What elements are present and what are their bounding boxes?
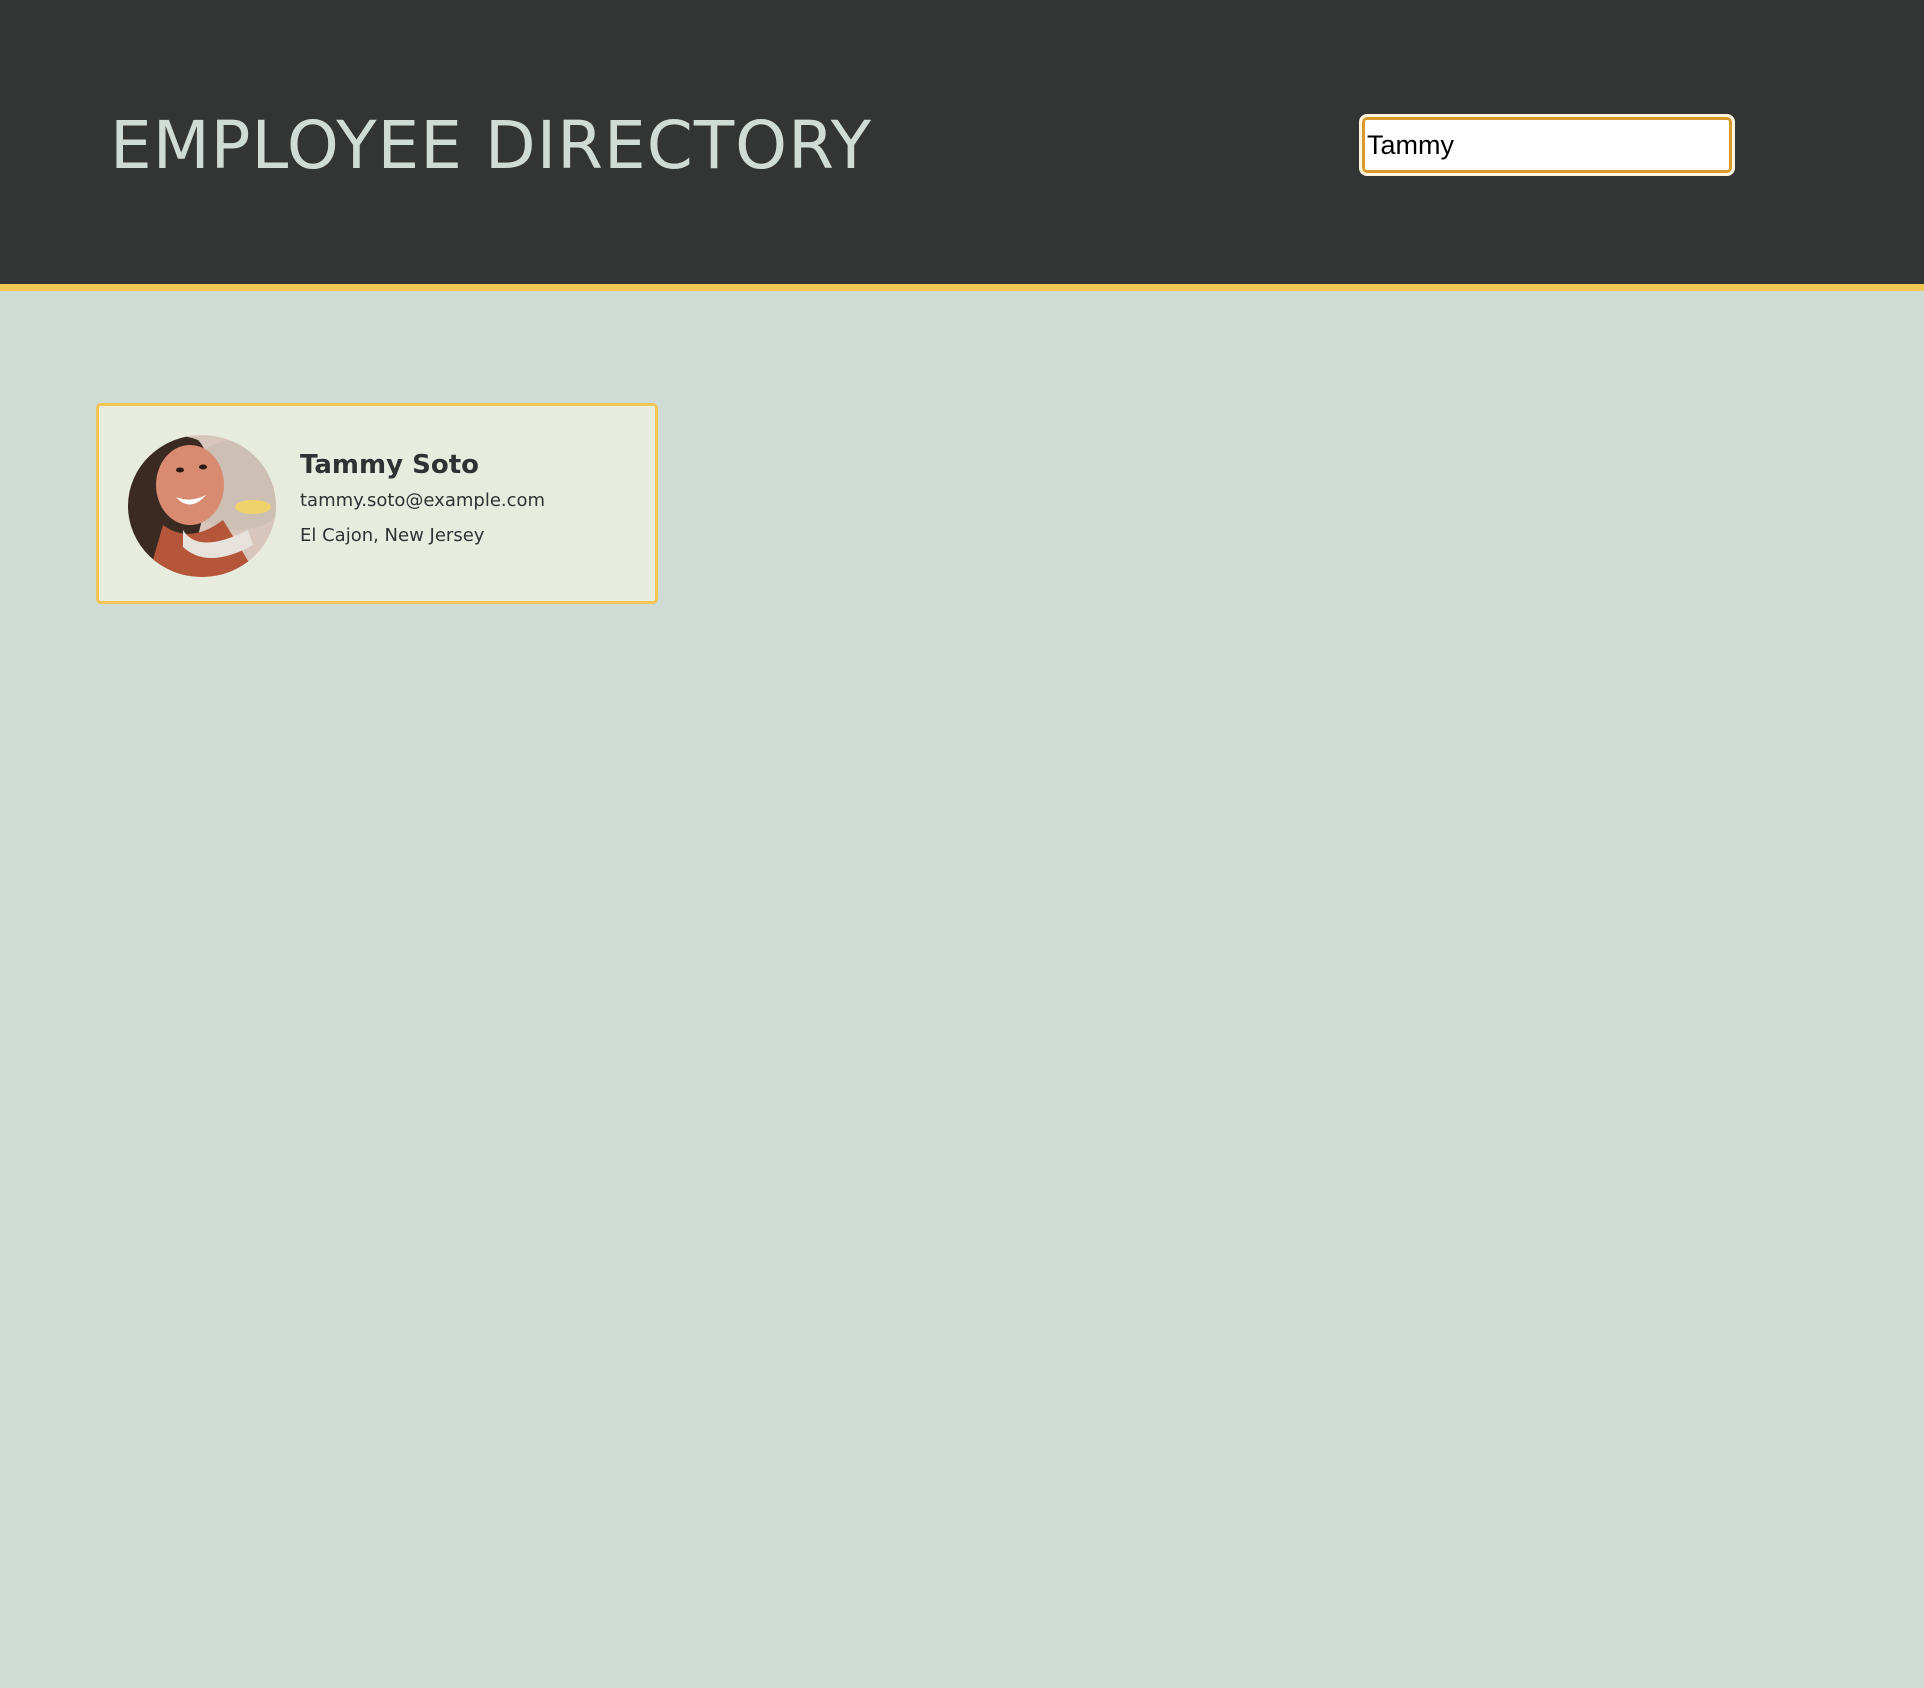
site-header: EMPLOYEE DIRECTORY bbox=[0, 0, 1924, 291]
page-title: EMPLOYEE DIRECTORY bbox=[110, 107, 873, 184]
employee-info: Tammy Soto tammy.soto@example.com El Caj… bbox=[300, 448, 545, 549]
employee-card[interactable]: Tammy Soto tammy.soto@example.com El Caj… bbox=[96, 403, 658, 604]
employee-email: tammy.soto@example.com bbox=[300, 490, 546, 511]
employee-location: El Cajon, New Jersey bbox=[300, 525, 485, 546]
employee-name: Tammy Soto bbox=[300, 450, 479, 480]
search-input[interactable] bbox=[1359, 114, 1735, 176]
avatar bbox=[128, 435, 276, 577]
